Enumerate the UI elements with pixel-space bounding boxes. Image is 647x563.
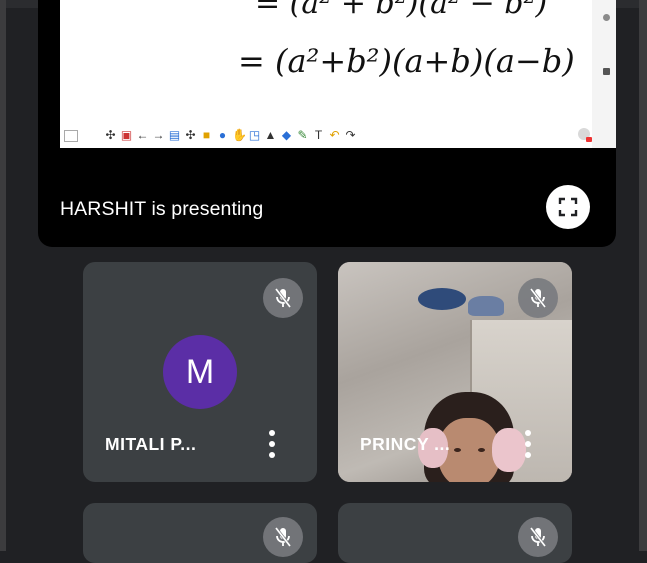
undo-icon: ↶ [329,127,340,142]
screen-icon: ▤ [168,127,181,142]
move-icon: ✣ [105,127,116,142]
fullscreen-button[interactable] [546,185,590,229]
fullscreen-icon [558,197,578,217]
window-left-edge [0,0,6,551]
presentation-tile[interactable]: = (a² + b²)(a² − b²) = (a²+b²)(a+b)(a−b)… [38,0,616,247]
mic-off-badge [518,278,558,318]
image-tool-icon: ▣ [120,127,133,142]
mic-off-badge [263,517,303,557]
math-line-1: = (a² + b²)(a² − b²) [255,0,548,21]
mic-off-icon [529,288,547,308]
mic-off-icon [529,527,547,547]
scroll-dot-icon [603,14,610,21]
math-line-2: = (a²+b²)(a+b)(a−b) [238,42,575,80]
mic-off-badge [263,278,303,318]
image-icon [64,130,78,142]
arrow-left-icon: ← [136,127,149,142]
window-right-edge [639,0,647,551]
hand-icon: ✋ [232,127,247,142]
participant-name: PRINCY ... [360,434,451,454]
participant-name: MITALI P... [105,434,197,454]
more-options-icon[interactable] [525,430,531,458]
globe-icon: ● [218,127,227,142]
shared-screen: = (a² + b²)(a² − b²) = (a²+b²)(a+b)(a−b)… [60,0,616,148]
slide-scrollbar[interactable] [592,0,616,148]
scroll-square-icon [603,68,610,75]
select-icon: ◳ [248,127,261,142]
whiteboard-toolbar: ✣ ▣ ← → ▤ ✣ ■ ● ✋ ◳ ▲ ◆ ✎ T ↶ ↷ [104,126,357,144]
redo-icon: ↷ [345,127,356,142]
participant-tile[interactable] [83,503,317,563]
mic-off-icon [274,288,292,308]
text-icon: T [314,127,323,142]
participant-tile[interactable] [338,503,572,563]
avatar: M [163,335,237,409]
mic-off-icon [274,527,292,547]
brush-icon: ✎ [297,127,308,142]
participant-tile[interactable]: PRINCY ... [338,262,572,482]
folder-icon: ■ [202,127,211,142]
eraser-icon: ◆ [281,127,292,142]
presenter-label: HARSHIT is presenting [60,198,264,220]
mic-off-badge [518,517,558,557]
more-options-icon[interactable] [269,430,275,458]
arrow-right-icon: → [152,127,165,142]
record-icon [578,128,592,142]
move-icon-2: ✣ [185,127,196,142]
participant-tile[interactable]: M MITALI P... [83,262,317,482]
pen-icon: ▲ [264,127,277,142]
